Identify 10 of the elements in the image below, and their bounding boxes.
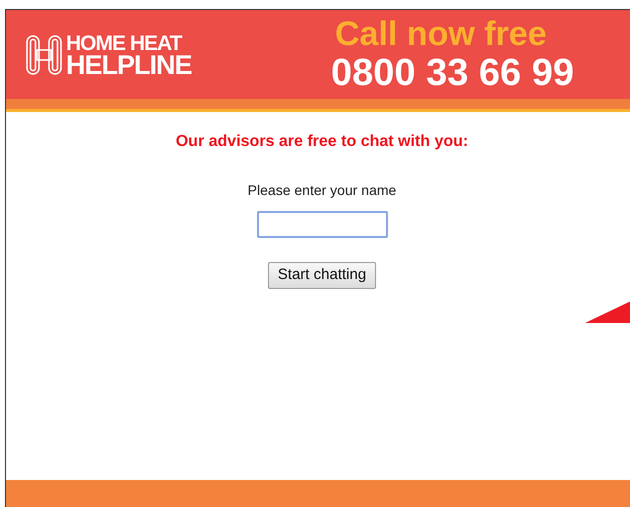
chat-heading: Our advisors are free to chat with you: [176,132,468,152]
call-label: Call now free [335,16,547,52]
name-label: Please enter your name [248,181,396,200]
phone-number: 0800 33 66 99 [331,52,574,94]
logo-text: HELPLINE [66,54,192,76]
name-field[interactable] [256,211,388,238]
triangle-shape [585,301,630,323]
logo-icon [25,34,63,76]
logo-text: HOME HEAT [66,34,183,54]
start-chatting-button[interactable]: Start chatting [268,262,376,289]
